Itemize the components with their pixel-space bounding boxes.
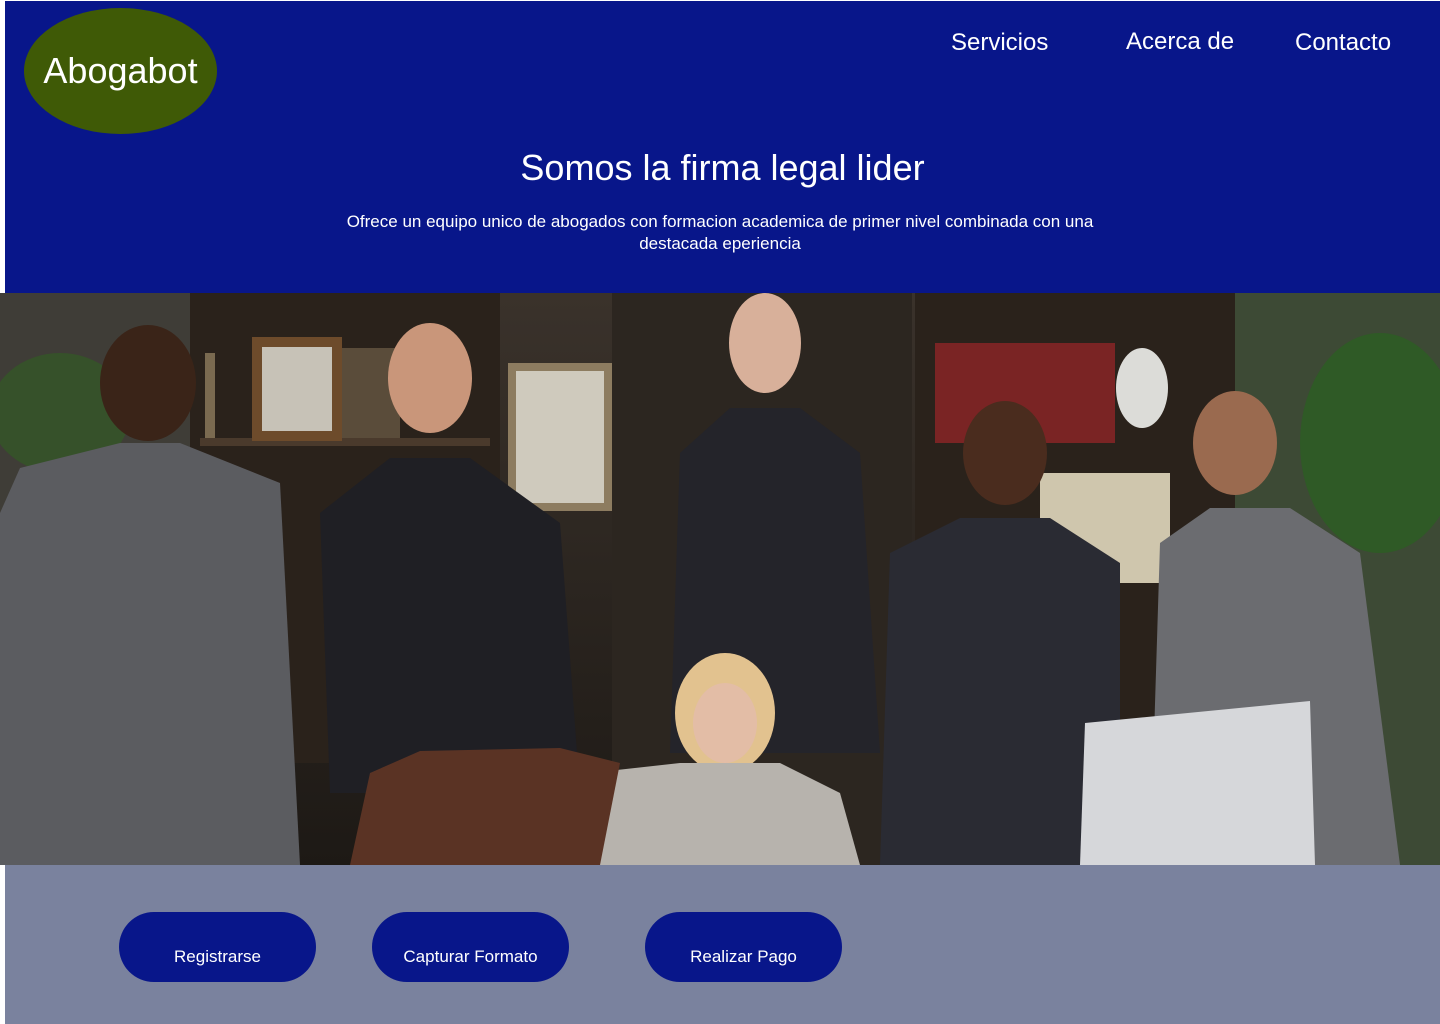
action-bar: Registrarse Capturar Formato Realizar Pa… bbox=[5, 865, 1440, 1024]
header: Abogabot Servicios Acerca de Contacto So… bbox=[5, 1, 1440, 293]
logo[interactable]: Abogabot bbox=[24, 8, 217, 134]
team-photo-illustration bbox=[0, 293, 1440, 865]
nav-item-services[interactable]: Servicios bbox=[951, 29, 1048, 57]
logo-text: Abogabot bbox=[43, 50, 198, 91]
nav-item-contact[interactable]: Contacto bbox=[1295, 29, 1391, 57]
team-photo bbox=[0, 293, 1440, 865]
hero-title: Somos la firma legal lider bbox=[520, 147, 925, 188]
hero-subtitle: Ofrece un equipo unico de abogados con f… bbox=[346, 212, 1094, 253]
register-button[interactable]: Registrarse bbox=[119, 912, 316, 982]
capture-format-button[interactable]: Capturar Formato bbox=[372, 912, 569, 982]
make-payment-button[interactable]: Realizar Pago bbox=[645, 912, 842, 982]
nav-item-about[interactable]: Acerca de bbox=[1126, 28, 1234, 56]
